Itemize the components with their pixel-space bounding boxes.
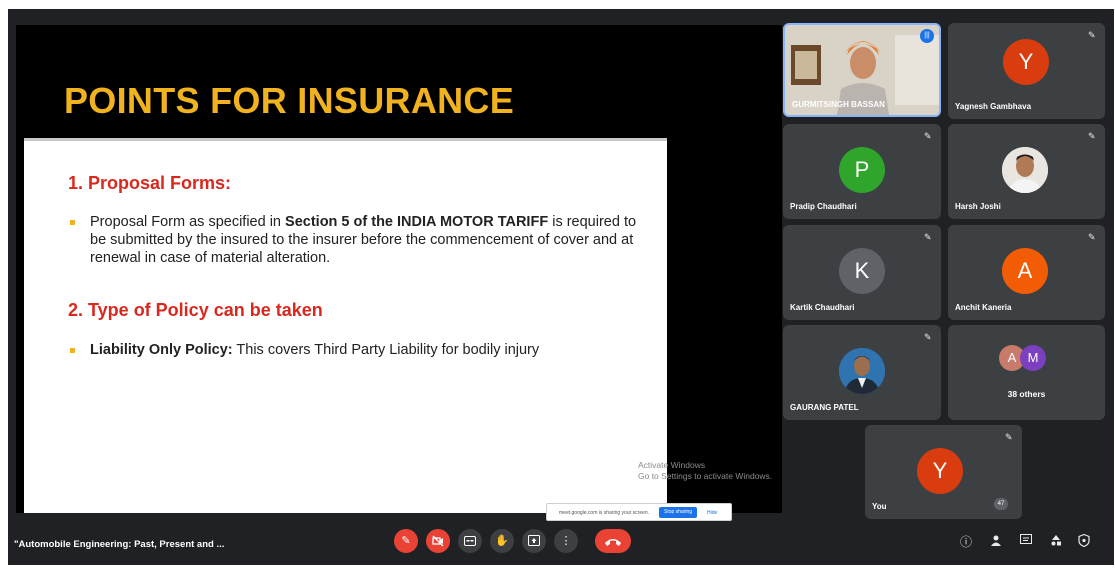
bullet-icon bbox=[70, 348, 75, 353]
participant-tile[interactable]: ✎ K Kartik Chaudhari bbox=[783, 225, 941, 320]
captions-button[interactable] bbox=[458, 529, 482, 553]
share-status-text: meet.google.com is sharing your screen. bbox=[559, 510, 650, 516]
avatar: A bbox=[1002, 248, 1048, 294]
hide-share-bar-button[interactable]: Hide bbox=[707, 510, 717, 516]
mic-off-icon: ✎ bbox=[1088, 131, 1096, 141]
avatar: K bbox=[839, 248, 885, 294]
raise-hand-button[interactable]: ✋ bbox=[490, 529, 514, 553]
participant-name: GAURANG PATEL bbox=[790, 403, 859, 412]
meeting-title: "Automobile Engineering: Past, Present a… bbox=[14, 539, 225, 550]
participant-tile[interactable]: ||| GURMITSINGH BASSAN bbox=[783, 23, 941, 117]
more-options-icon[interactable]: ⋮ bbox=[554, 529, 578, 553]
activate-windows-watermark: Activate Windows Go to Settings to activ… bbox=[638, 460, 773, 481]
people-icon[interactable] bbox=[988, 534, 1004, 550]
participant-name: GURMITSINGH BASSAN bbox=[792, 100, 885, 109]
stop-sharing-button[interactable]: Stop sharing bbox=[659, 507, 698, 518]
slide-content: 1. Proposal Forms: Proposal Form as spec… bbox=[24, 138, 667, 513]
participant-tile[interactable]: ✎ Y Yagnesh Gambhava bbox=[948, 23, 1105, 119]
mic-off-icon: ✎ bbox=[1005, 432, 1013, 442]
camera-off-button[interactable] bbox=[426, 529, 450, 553]
slide-bullet-1: Proposal Form as specified in Section 5 … bbox=[70, 213, 650, 267]
activities-icon[interactable] bbox=[1048, 534, 1064, 550]
participant-tile-others[interactable]: A M 38 others bbox=[948, 325, 1105, 420]
people-count-badge: 47 bbox=[994, 498, 1008, 510]
presentation-stage: POINTS FOR INSURANCE 1. Proposal Forms: … bbox=[16, 25, 782, 521]
slide-heading-2: 2. Type of Policy can be taken bbox=[68, 300, 323, 320]
mic-off-icon: ✎ bbox=[924, 131, 932, 141]
avatar: Y bbox=[917, 448, 963, 494]
participant-name: Anchit Kaneria bbox=[955, 303, 1012, 312]
participant-tile[interactable]: ✎ GAURANG PATEL bbox=[783, 325, 941, 420]
chat-icon[interactable] bbox=[1018, 534, 1034, 550]
others-count: 38 others bbox=[1007, 389, 1046, 399]
mic-off-icon: ✎ bbox=[924, 332, 932, 342]
avatar bbox=[839, 348, 885, 394]
participant-name: Harsh Joshi bbox=[955, 202, 1001, 211]
screen-share-bar: meet.google.com is sharing your screen. … bbox=[546, 503, 732, 521]
participant-name: You bbox=[872, 502, 887, 511]
participant-name: Kartik Chaudhari bbox=[790, 303, 855, 312]
mic-off-icon: ✎ bbox=[1088, 232, 1096, 242]
slide-title: POINTS FOR INSURANCE bbox=[64, 80, 515, 121]
avatar bbox=[1002, 147, 1048, 193]
avatar: P bbox=[839, 147, 885, 193]
meet-window: POINTS FOR INSURANCE 1. Proposal Forms: … bbox=[8, 9, 1114, 565]
avatar: Y bbox=[1003, 39, 1049, 85]
slide-bullet-2: Liability Only Policy: This covers Third… bbox=[70, 341, 650, 359]
host-controls-icon[interactable] bbox=[1076, 533, 1092, 550]
avatar: M bbox=[1020, 345, 1046, 371]
end-call-button[interactable] bbox=[595, 529, 631, 553]
participant-name: Yagnesh Gambhava bbox=[955, 102, 1032, 111]
slide-heading-1: 1. Proposal Forms: bbox=[68, 173, 232, 193]
participant-tile[interactable]: ✎ A Anchit Kaneria bbox=[948, 225, 1105, 320]
participant-tile[interactable]: ✎ P Pradip Chaudhari bbox=[783, 124, 941, 219]
mic-off-icon: ✎ bbox=[924, 232, 932, 242]
mic-off-icon: ✎ bbox=[1088, 30, 1096, 40]
bullet-icon bbox=[70, 220, 75, 225]
meeting-info-icon[interactable]: ⓘ bbox=[958, 534, 974, 550]
mic-off-button[interactable]: ✎ bbox=[394, 529, 418, 553]
participant-name: Pradip Chaudhari bbox=[790, 202, 857, 211]
audio-indicator-icon: ||| bbox=[920, 29, 934, 43]
present-screen-button[interactable] bbox=[522, 529, 546, 553]
participant-tile[interactable]: ✎ Harsh Joshi bbox=[948, 124, 1105, 219]
